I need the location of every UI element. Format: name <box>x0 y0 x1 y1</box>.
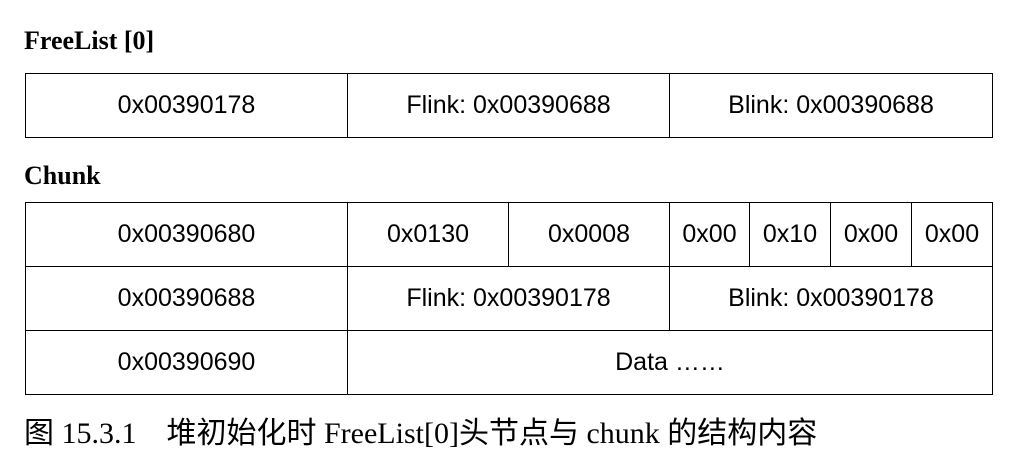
freelist-flink-cell: Flink: 0x00390688 <box>347 73 670 138</box>
chunk-byte-cell: 0x10 <box>749 202 831 267</box>
chunk-link-row: 0x00390688 Flink: 0x00390178 Blink: 0x00… <box>25 266 993 331</box>
figure-caption: 图 15.3.1 堆初始化时 FreeList[0]头节点与 chunk 的结构… <box>24 417 818 450</box>
chunk-title: Chunk <box>24 161 101 190</box>
chunk-byte-cell: 0x00 <box>669 202 750 267</box>
chunk-address-cell: 0x00390690 <box>25 330 348 395</box>
freelist-row: 0x00390178 Flink: 0x00390688 Blink: 0x00… <box>25 73 993 138</box>
freelist-blink-cell: Blink: 0x00390688 <box>669 73 993 138</box>
chunk-blink-cell: Blink: 0x00390178 <box>669 266 993 331</box>
freelist-address-cell: 0x00390178 <box>25 73 348 138</box>
freelist-title: FreeList [0] <box>24 26 155 55</box>
chunk-address-cell: 0x00390688 <box>25 266 348 331</box>
chunk-data-cell: Data …… <box>347 330 993 395</box>
chunk-data-row: 0x00390690 Data …… <box>25 330 993 395</box>
chunk-byte-cell: 0x00 <box>830 202 912 267</box>
chunk-table: 0x00390680 0x0130 0x0008 0x00 0x10 0x00 … <box>25 202 993 395</box>
chunk-flink-cell: Flink: 0x00390178 <box>347 266 670 331</box>
chunk-prev-size-cell: 0x0008 <box>508 202 670 267</box>
freelist-table: 0x00390178 Flink: 0x00390688 Blink: 0x00… <box>25 73 993 138</box>
chunk-byte-cell: 0x00 <box>911 202 993 267</box>
chunk-header-row: 0x00390680 0x0130 0x0008 0x00 0x10 0x00 … <box>25 202 993 267</box>
chunk-address-cell: 0x00390680 <box>25 202 348 267</box>
chunk-size-cell: 0x0130 <box>347 202 509 267</box>
